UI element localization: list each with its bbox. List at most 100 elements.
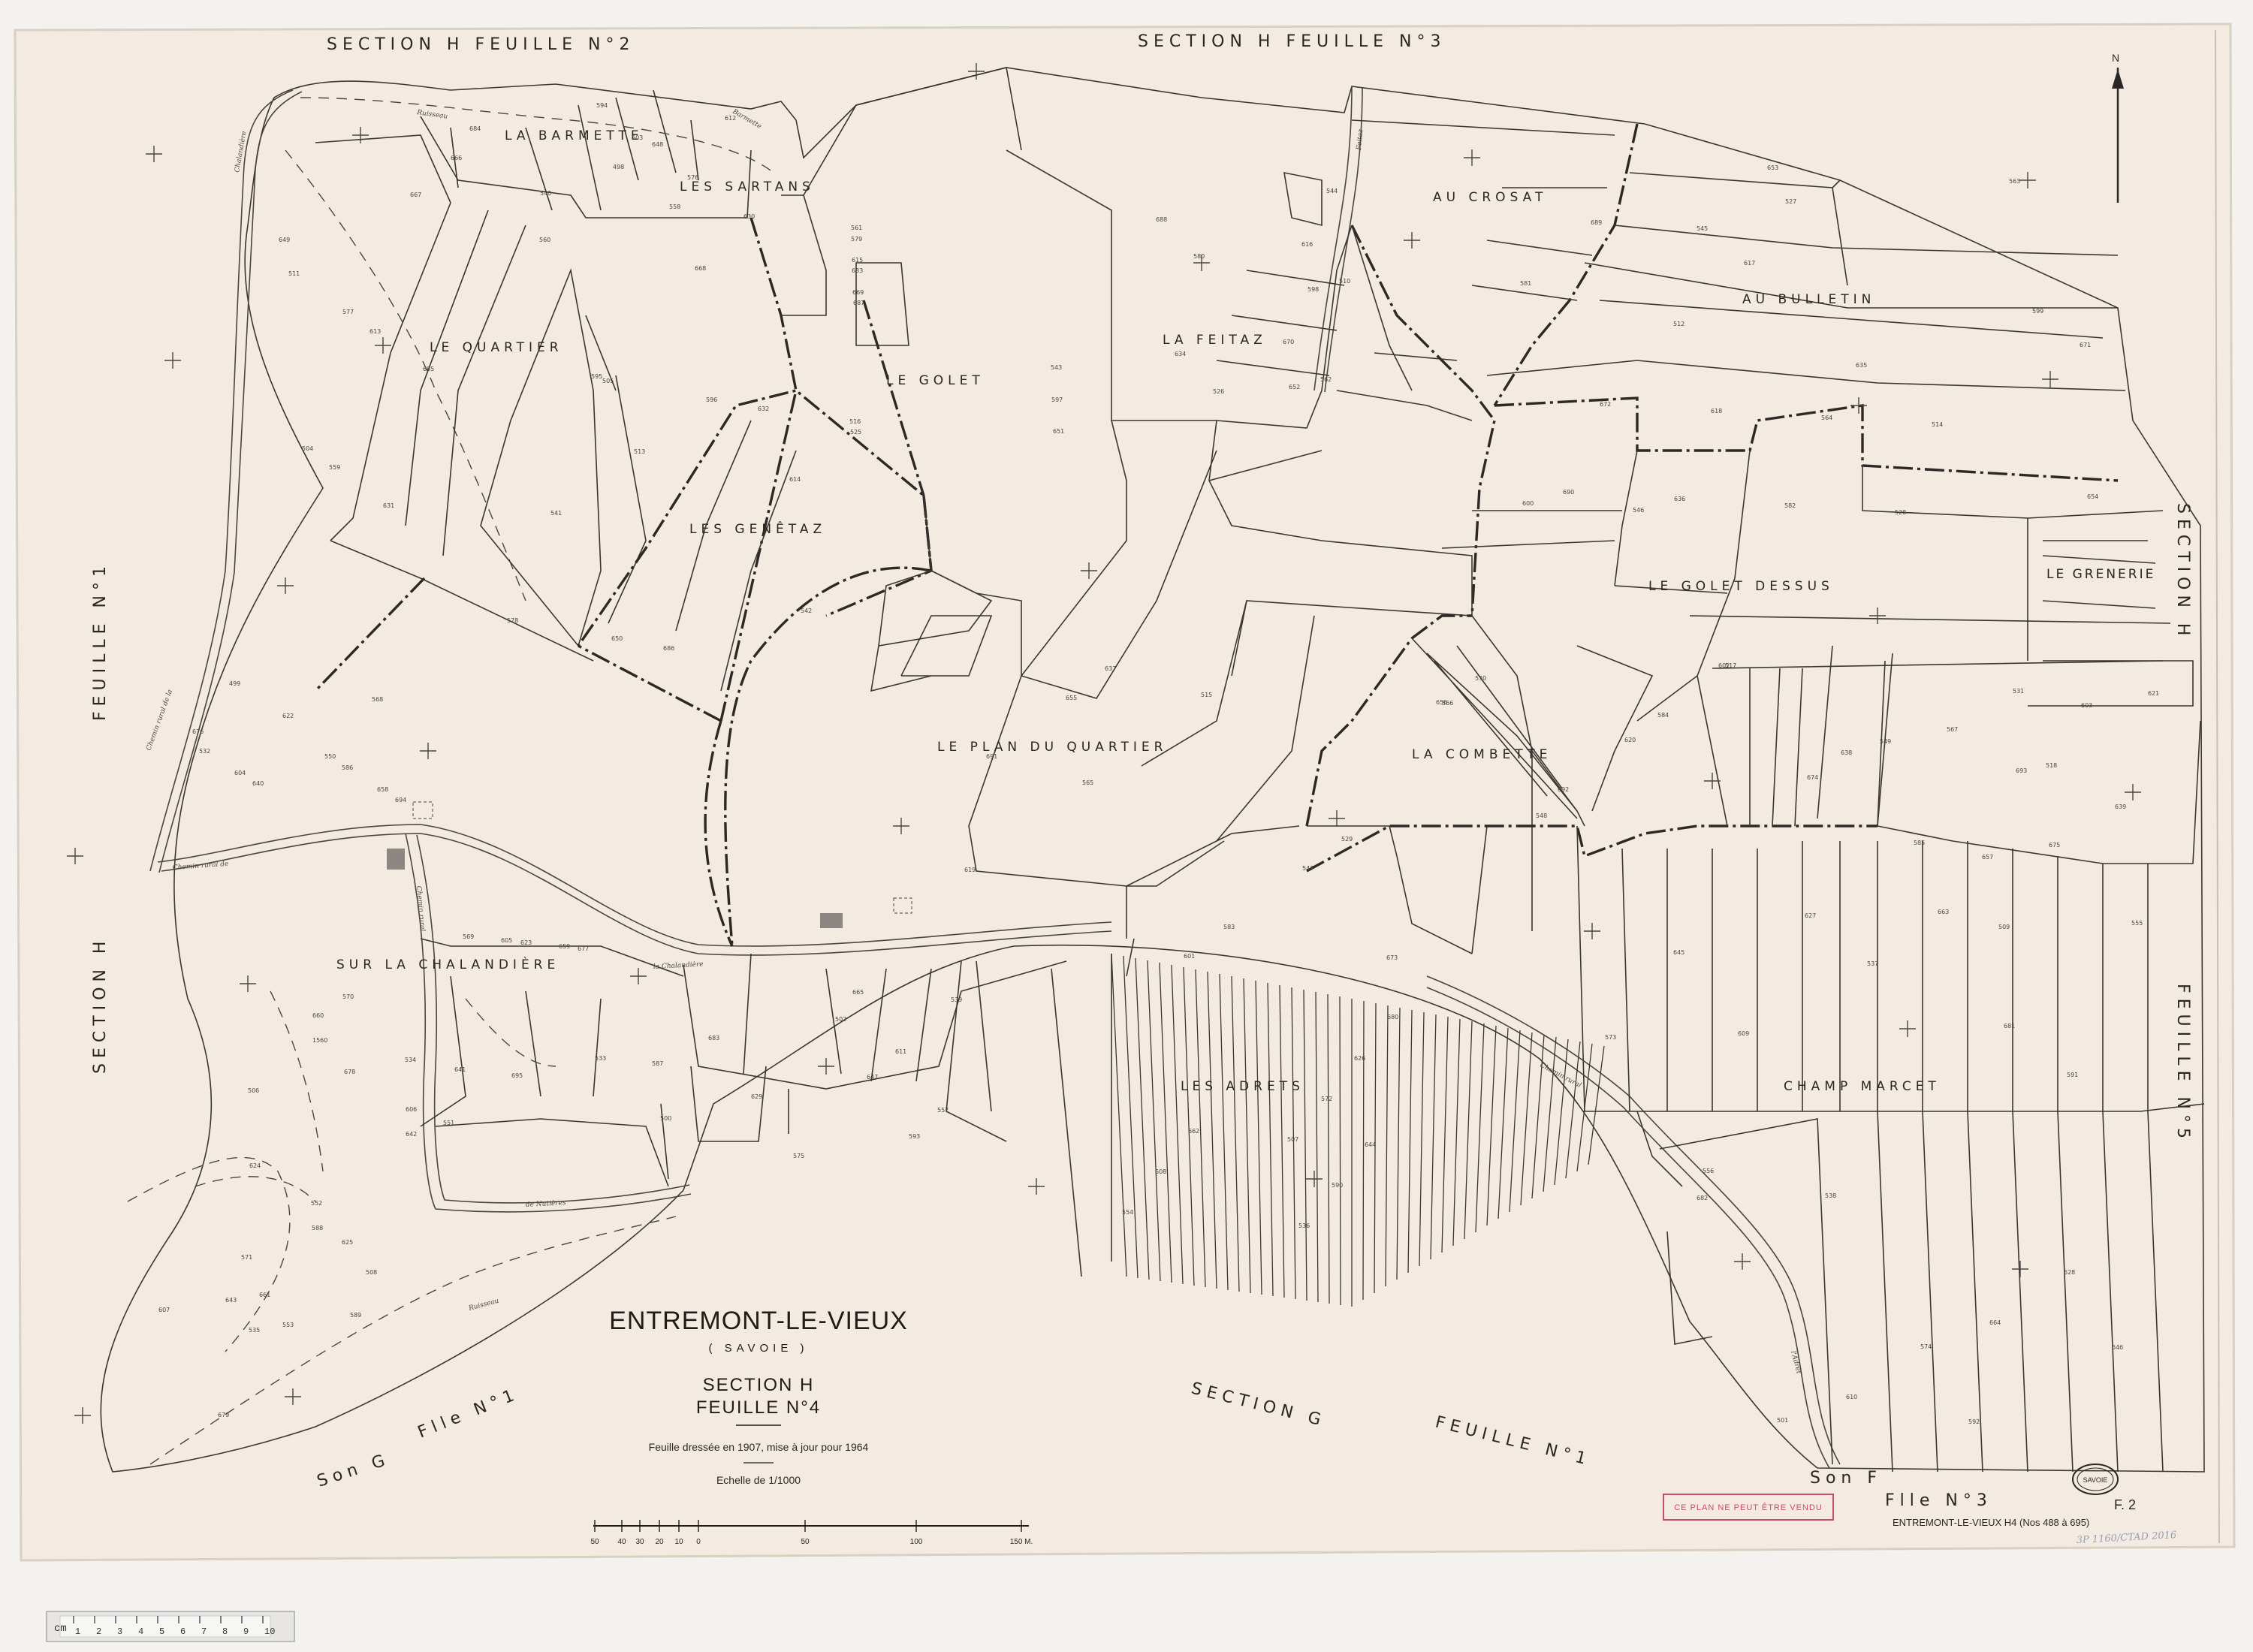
parcel-number: 614 (789, 476, 801, 483)
parcel-number: 617 (1744, 260, 1755, 267)
parcel-number: 551 (443, 1120, 454, 1126)
parcel-number: 660 (312, 1012, 324, 1019)
cadastral-map-sheet: N SECTION H FEUILLE N°2 SECTION H FEUILL… (0, 0, 2253, 1652)
parcel-number: 691 (986, 753, 997, 760)
parcel-number: 619 (964, 867, 976, 873)
edge-label-top-right: SECTION H FEUILLE N°3 (1138, 32, 1446, 51)
parcel-number: 668 (695, 265, 706, 272)
parcel-number: 506 (248, 1087, 259, 1094)
parcel-number: 605 (501, 937, 512, 944)
department-name: ( SAVOIE ) (708, 1342, 808, 1355)
parcel-number: 513 (634, 448, 645, 455)
edge-label-right-section: SECTION H (2173, 503, 2192, 641)
parcel-number: 542 (801, 607, 812, 614)
parcel-number: 578 (507, 617, 518, 624)
parcel-number: 632 (758, 405, 769, 412)
parcel-number: 514 (1932, 421, 1943, 428)
parcel-number: 555 (2131, 920, 2143, 927)
parcel-number: 647 (867, 1074, 878, 1081)
parcel-number: 667 (410, 191, 421, 198)
stamp-text: CE PLAN NE PEUT ÊTRE VENDU (1674, 1503, 1823, 1512)
lieu-dit-le-grenerie: LE GRENERIE (2046, 567, 2155, 582)
parcel-number: 589 (350, 1312, 361, 1319)
parcel-number: 685 (423, 366, 434, 372)
parcel-number: 629 (751, 1093, 762, 1100)
parcel-number: 588 (312, 1225, 323, 1231)
parcel-number: 666 (451, 155, 462, 161)
parcel-number: 635 (1856, 362, 1867, 369)
parcel-number: 553 (282, 1322, 294, 1328)
lieu-dit-les-sartans: LES SARTANS (680, 179, 815, 194)
parcel-number: 674 (1807, 774, 1818, 781)
lieu-dit-les-adrets: LES ADRETS (1181, 1079, 1304, 1094)
parcel-number: 651 (1053, 428, 1064, 435)
parcel-number: 590 (1332, 1182, 1343, 1189)
parcel-number: 537 (1867, 960, 1878, 967)
ruler-unit: cm (54, 1623, 67, 1635)
parcel-number: 532 (199, 748, 210, 755)
parcel-number: 603 (2081, 702, 2092, 709)
parcel-number: 501 (1777, 1417, 1788, 1424)
parcel-number: 600 (1522, 500, 1534, 507)
parcel-number: 541 (550, 510, 562, 517)
scale-tick-label: 100 (910, 1538, 923, 1546)
parcel-number: 518 (2046, 762, 2057, 769)
lieu-dit-le-plan-du-quartier: LE PLAN DU QUARTIER (937, 740, 1167, 755)
parcel-number: 622 (282, 713, 294, 719)
parcel-number: 568 (372, 696, 383, 703)
parcel-number: 607 (158, 1307, 170, 1313)
parcel-number: 585 (1914, 840, 1925, 846)
parcel-number: 595 (591, 373, 602, 380)
parcel-number: 583 (1223, 924, 1235, 930)
parcel-number: 575 (793, 1153, 804, 1159)
parcel-number: 569 (463, 933, 474, 940)
parcel-number: 509 (1998, 924, 2010, 930)
parcel-number: 594 (596, 102, 608, 109)
ruler-tick-label: 8 (222, 1626, 228, 1637)
parcel-number: 640 (252, 780, 264, 787)
lieu-dit-au-crosat: AU CROSAT (1433, 190, 1547, 205)
parcel-number: 540 (540, 190, 551, 197)
parcel-number: 612 (725, 115, 736, 122)
parcel-number: 662 (1188, 1128, 1199, 1135)
parcel-number: 536 (1298, 1222, 1310, 1229)
parcel-number: 689 (1591, 219, 1602, 226)
edge-label-bottom-right-flle: Flle N°3 (1885, 1491, 1992, 1510)
parcel-number: 545 (1697, 225, 1708, 232)
parcel-number: 690 (1563, 489, 1574, 496)
parcel-number: 616 (1301, 241, 1313, 248)
footer-ref: ENTREMONT-LE-VIEUX H4 (Nos 488 à 695) (1893, 1517, 2089, 1528)
parcel-number: 503 (632, 134, 643, 141)
parcel-number: 661 (259, 1292, 270, 1298)
sheet-ref: F. 2 (2114, 1497, 2136, 1512)
parcel-number: 582 (1784, 502, 1796, 509)
parcel-number: 673 (1386, 954, 1398, 961)
parcel-number: 653 (1767, 164, 1778, 171)
parcel-number: 548 (1536, 812, 1547, 819)
building-1 (387, 849, 405, 870)
parcel-number: 684 (469, 125, 481, 132)
parcel-number: 510 (1339, 278, 1350, 285)
parcel-number: 558 (669, 203, 680, 210)
parcel-number: 678 (344, 1069, 355, 1075)
parcel-number: 623 (520, 939, 532, 946)
parcel-number: 638 (1841, 749, 1852, 756)
parcel-number: 538 (1825, 1192, 1836, 1199)
parcel-number: 648 (652, 141, 663, 148)
paper-sheet (14, 23, 2236, 1562)
parcel-number: 560 (539, 237, 550, 243)
parcel-number: 609 (1738, 1030, 1749, 1037)
parcel-number: 593 (909, 1133, 920, 1140)
parcel-number: 655 (1066, 695, 1077, 701)
parcel-number: 642 (406, 1131, 417, 1138)
parcel-number: 579 (851, 236, 862, 243)
parcel-number: 587 (652, 1060, 663, 1067)
measurement-ruler: cm 1 2 3 4 5 6 7 8 9 10 (46, 1611, 295, 1642)
parcel-number: 597 (1051, 396, 1063, 403)
ruler-tick-label: 6 (180, 1626, 185, 1637)
parcel-number: 591 (2067, 1072, 2078, 1078)
edge-label-left-feuille: FEUILLE N°1 (91, 561, 110, 721)
parcel-number: 637 (1105, 665, 1116, 672)
scale-tick-label: 10 (674, 1538, 683, 1546)
parcel-number: 581 (1520, 280, 1531, 287)
